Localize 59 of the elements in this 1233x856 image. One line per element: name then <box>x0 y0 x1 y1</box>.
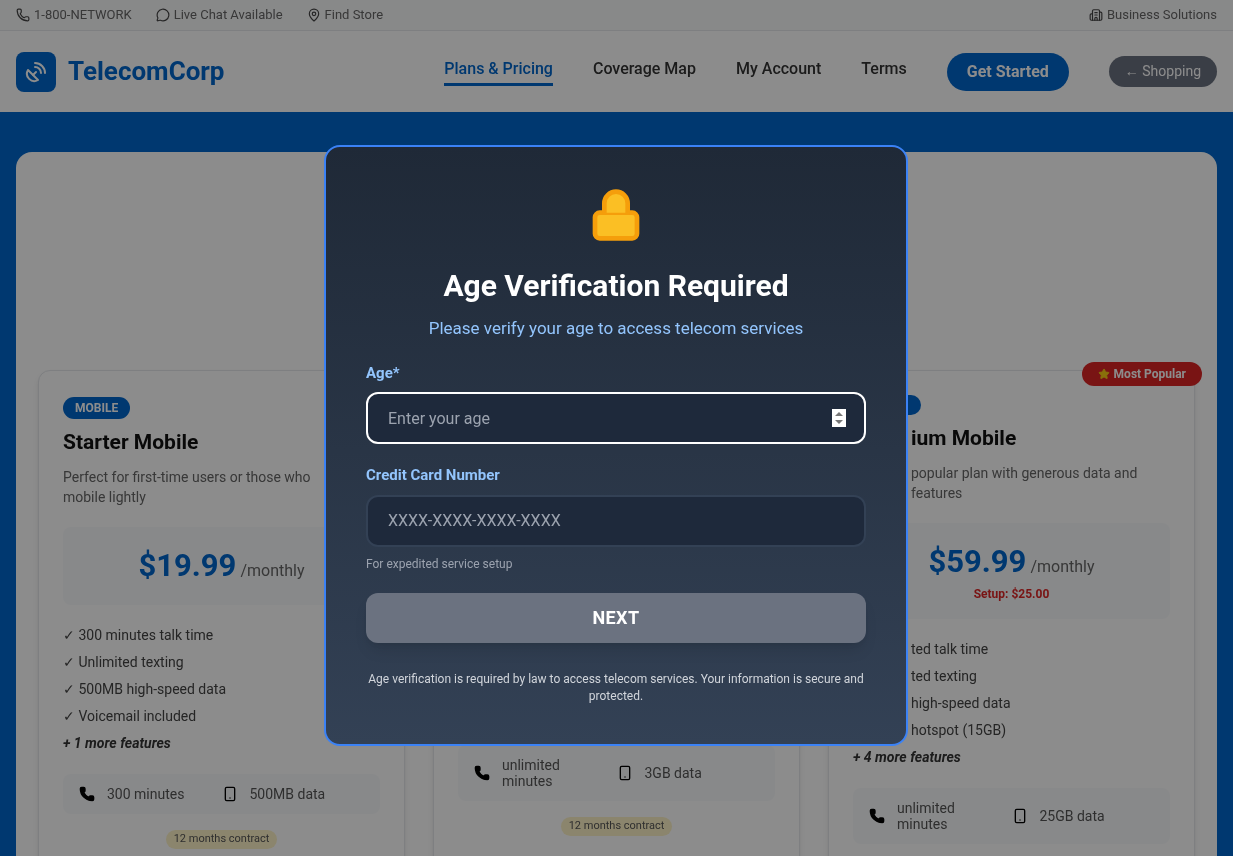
phone-icon <box>79 786 95 802</box>
price: $19.99 <box>138 545 237 586</box>
logo-icon <box>16 51 56 92</box>
setup-fee: Setup: $25.00 <box>973 586 1050 603</box>
star-icon <box>1097 368 1110 380</box>
spinner-icon[interactable] <box>832 409 846 427</box>
plan-description: mobile lightly <box>63 487 146 507</box>
stat-text: 25GB data <box>1039 808 1106 824</box>
stat-text: unlimited minutes <box>502 757 561 789</box>
stat-text: 300 minutes <box>107 786 186 802</box>
phone-icon <box>474 765 490 781</box>
get-started-button[interactable]: Get Started <box>946 52 1069 91</box>
more-features: + 4 more features <box>853 748 961 767</box>
stat-text: 3GB data <box>644 765 703 781</box>
phone-icon <box>869 808 885 824</box>
contact-link[interactable]: 1-800-NETWORK <box>34 5 132 25</box>
feature-item: ✓ Voicemail included <box>63 707 197 726</box>
plan-title: ium Mobile <box>910 425 1018 452</box>
logo-text[interactable]: TelecomCorp <box>68 52 225 91</box>
plan-title: Starter Mobile <box>63 429 200 456</box>
nav-link[interactable]: My Account <box>736 57 822 86</box>
phone-icon <box>16 8 30 22</box>
feature-item: ted talk time <box>911 640 989 659</box>
stat-text: unlimited minutes <box>897 800 956 832</box>
feature-item: ✓ 500MB high-speed data <box>63 680 227 699</box>
nav-link[interactable]: Plans & Pricing <box>444 57 553 86</box>
building-icon <box>1088 8 1103 22</box>
back-shopping-button[interactable]: ← Shopping <box>1108 56 1217 87</box>
contact-link[interactable]: Find Store <box>324 5 384 25</box>
input-field[interactable]: XXXX-XXXX-XXXX-XXXX <box>366 494 866 547</box>
plan-description: features <box>911 483 963 503</box>
field-hint: For expedited service setup <box>366 555 514 573</box>
chat-bubble-icon <box>155 8 170 22</box>
business-link[interactable]: Business Solutions <box>1106 5 1217 25</box>
feature-item: high-speed data <box>911 694 1011 713</box>
price-period: /monthly <box>1030 555 1095 578</box>
feature-item: ✓ 300 minutes talk time <box>63 626 214 645</box>
plan-description: Perfect for first-time users or those who <box>63 467 311 487</box>
field-label: Age* <box>366 362 401 384</box>
contact-link[interactable]: Live Chat Available <box>173 5 283 25</box>
field-label: Credit Card Number <box>366 465 501 486</box>
contract-badge: 12 months contract <box>560 817 673 836</box>
modal-title: Age Verification Required <box>443 267 789 305</box>
plan-description: popular plan with generous data and <box>911 463 1138 483</box>
contract-badge: 12 months contract <box>165 830 278 849</box>
price-period: /monthly <box>240 559 305 582</box>
map-pin-icon <box>306 8 321 22</box>
more-features: + 1 more features <box>63 734 171 753</box>
feature-item: ✓ Unlimited texting <box>63 653 184 672</box>
modal-subtitle: Please verify your age to access telecom services <box>428 317 804 340</box>
feature-item: ted texting <box>911 667 977 686</box>
feature-item: hotspot (15GB) <box>911 721 1007 741</box>
nav-link[interactable]: Terms <box>861 57 907 86</box>
modal-footnote: Age verification is required by law to access telecom services. Your information is secure and protected. <box>367 670 865 705</box>
price: $59.99 <box>928 541 1027 582</box>
category-badge: MOBILE <box>63 397 131 419</box>
stat-text: 500MB data <box>249 786 327 802</box>
popular-badge: Most Popular <box>1081 362 1202 386</box>
nav-link[interactable]: Coverage Map <box>592 57 696 86</box>
